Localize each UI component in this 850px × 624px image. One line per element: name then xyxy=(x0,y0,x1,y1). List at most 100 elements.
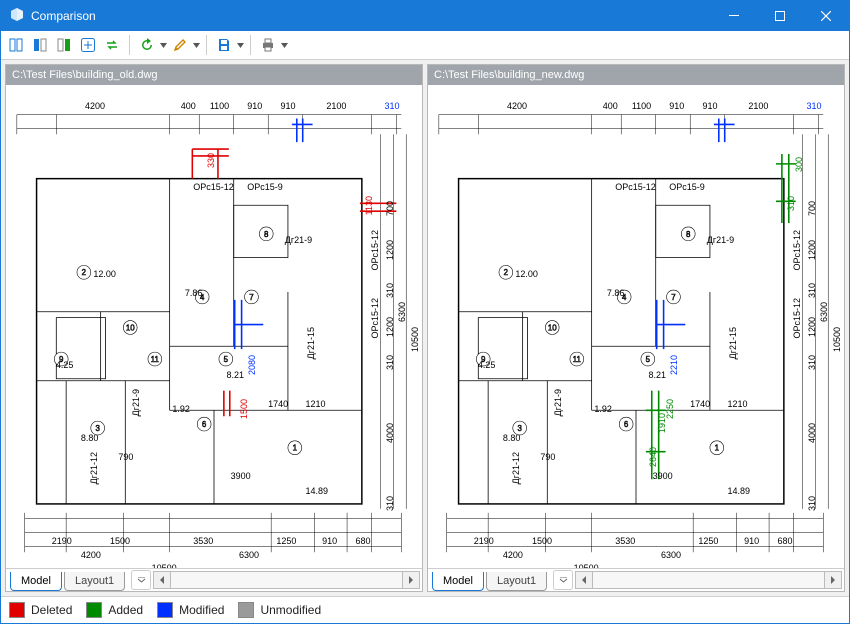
dim: 310 xyxy=(385,101,400,111)
dim: 6300 xyxy=(819,302,829,322)
dim: 1130 xyxy=(364,196,374,215)
dim: 12.00 xyxy=(515,269,538,279)
dim: 1210 xyxy=(728,399,748,409)
dim: 1.92 xyxy=(172,404,190,414)
room-num: 2 xyxy=(82,268,86,277)
left-hscrollbar[interactable] xyxy=(151,569,422,591)
sync-zoom-button[interactable] xyxy=(77,34,99,56)
print-dropdown[interactable] xyxy=(281,34,288,56)
app-icon xyxy=(9,8,25,24)
dim: 1740 xyxy=(690,399,710,409)
open-right-button[interactable] xyxy=(53,34,75,56)
save-button[interactable] xyxy=(213,34,244,56)
scroll-left-icon[interactable] xyxy=(153,571,171,589)
dim: 12.00 xyxy=(93,269,116,279)
refresh-dropdown[interactable] xyxy=(160,34,167,56)
dim: 790 xyxy=(540,452,555,462)
room-num: 3 xyxy=(517,424,522,433)
dim: 310 xyxy=(385,496,395,511)
room-num: 8 xyxy=(686,230,691,239)
dim: 3530 xyxy=(193,536,213,546)
dim: 4000 xyxy=(385,423,395,443)
right-hscrollbar[interactable] xyxy=(573,569,844,591)
tag: ОРс15-12 xyxy=(193,182,234,192)
room-num: 2 xyxy=(504,268,508,277)
new-comparison-button[interactable] xyxy=(5,34,27,56)
dim: 6300 xyxy=(239,550,259,560)
dim: 310 xyxy=(807,283,817,298)
room-num: 5 xyxy=(224,355,229,364)
legend-added: Added xyxy=(86,602,143,618)
app-window: Comparison xyxy=(0,0,850,624)
dim: 1100 xyxy=(210,101,229,111)
scroll-right-icon[interactable] xyxy=(402,571,420,589)
right-tab-menu[interactable] xyxy=(553,570,573,590)
maximize-button[interactable] xyxy=(757,1,803,31)
tag: Дг21-9 xyxy=(553,389,563,416)
room-num: 3 xyxy=(95,424,100,433)
legend-deleted: Deleted xyxy=(9,602,72,618)
dim: 7.86 xyxy=(185,288,203,298)
dim: 1200 xyxy=(807,317,817,337)
minimize-button[interactable] xyxy=(711,1,757,31)
right-drawing-canvas[interactable]: 2 4 7 8 5 6 1 3 9 10 11 4200 400 110 xyxy=(428,85,844,568)
dim: 910 xyxy=(669,101,684,111)
tag: ОРс15-12 xyxy=(792,298,802,339)
dim: 4200 xyxy=(503,550,523,560)
room-num: 6 xyxy=(202,420,207,429)
scroll-left-icon[interactable] xyxy=(575,571,593,589)
left-tab-menu[interactable] xyxy=(131,570,151,590)
dim: 680 xyxy=(355,536,370,546)
left-tab-model[interactable]: Model xyxy=(10,572,62,591)
save-dropdown[interactable] xyxy=(237,34,244,56)
tag: ОРс15-12 xyxy=(370,298,380,339)
swap-panes-button[interactable] xyxy=(101,34,123,56)
dim: 1500 xyxy=(110,536,130,546)
legend-added-swatch xyxy=(86,602,102,618)
edit-button[interactable] xyxy=(169,34,200,56)
room-num: 7 xyxy=(671,293,675,302)
dim: 300 xyxy=(794,157,804,172)
dim: 910 xyxy=(247,101,262,111)
dim: 700 xyxy=(385,201,395,216)
refresh-button[interactable] xyxy=(136,34,167,56)
dim: 3900 xyxy=(231,471,251,481)
legend-modified-swatch xyxy=(157,602,173,618)
dim: 310 xyxy=(807,101,822,111)
print-button[interactable] xyxy=(257,34,288,56)
right-tab-layout1[interactable]: Layout1 xyxy=(486,572,547,591)
toolbar xyxy=(1,31,849,60)
legend-bar: Deleted Added Modified Unmodified xyxy=(1,596,849,623)
legend-modified-label: Modified xyxy=(179,603,224,617)
dim: 2190 xyxy=(52,536,72,546)
dim: 4200 xyxy=(81,550,101,560)
dim: 330 xyxy=(206,153,216,168)
dim: 1250 xyxy=(276,536,296,546)
room-num: 5 xyxy=(646,355,651,364)
dim: 4.25 xyxy=(56,360,74,370)
edit-dropdown[interactable] xyxy=(193,34,200,56)
scroll-right-icon[interactable] xyxy=(824,571,842,589)
dim: 310 xyxy=(385,355,395,370)
dim: 680 xyxy=(777,536,792,546)
dim: 10500 xyxy=(152,563,177,568)
dim: 1500 xyxy=(532,536,552,546)
tag: Дг21-15 xyxy=(728,327,738,359)
left-tab-layout1[interactable]: Layout1 xyxy=(64,572,125,591)
dim: 3530 xyxy=(615,536,635,546)
dim: 4200 xyxy=(507,101,527,111)
room-num: 10 xyxy=(548,323,557,332)
dim: 14.89 xyxy=(728,486,751,496)
dim: 1200 xyxy=(385,240,395,260)
tag: Дг21-15 xyxy=(306,327,316,359)
left-drawing-canvas[interactable]: 2 4 7 8 5 6 1 3 9 10 11 4200 400 xyxy=(6,85,422,568)
dim: 1500 xyxy=(239,399,249,419)
close-button[interactable] xyxy=(803,1,849,31)
dim: 3900 xyxy=(653,471,673,481)
right-tab-model[interactable]: Model xyxy=(432,572,484,591)
open-left-button[interactable] xyxy=(29,34,51,56)
dim: 8.80 xyxy=(503,433,521,443)
dim: 2080 xyxy=(247,355,257,375)
dim: 310 xyxy=(807,496,817,511)
dim: 1210 xyxy=(306,399,326,409)
